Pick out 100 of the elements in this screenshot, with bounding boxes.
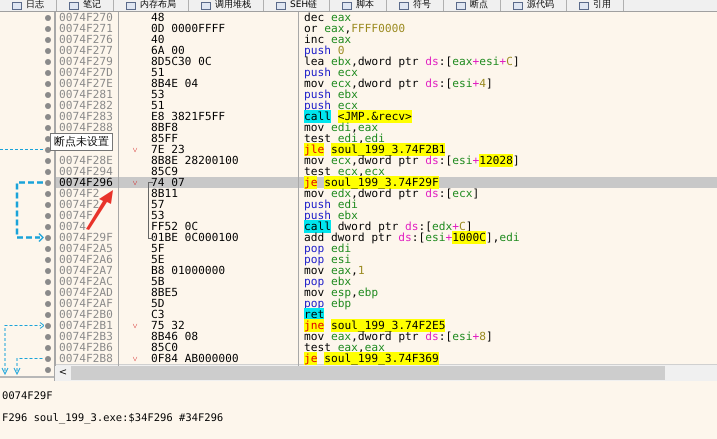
bytes-text: 51 [151,100,164,111]
tab-icon [579,2,590,10]
address-text: 0074F2 [59,198,100,211]
instruction-text: mov ecx,dword ptr ds:[esi+12028] [304,154,520,167]
breakpoint-dot[interactable] [45,168,51,174]
instruction-text: pop ebx [304,275,352,288]
breakpoint-dot[interactable] [45,322,51,328]
address-text: 0074F277 [59,44,113,57]
info-text: F296 soul_199_3.exe:$34F296 #34F296 [2,412,224,426]
address-text: 0074F2B8 [59,352,113,365]
instruction-text: call <JMP.&recv> [304,110,412,123]
breakpoint-dot[interactable] [45,278,51,284]
instruction-text: push edi [304,198,358,211]
instruction-text: je soul_199_3.74F369 [304,352,439,365]
breakpoint-dot[interactable] [45,80,51,86]
bytes-text: C3 [151,309,164,320]
breakpoint-dot[interactable] [45,212,51,218]
tab-icon [513,2,524,10]
tab[interactable]: 源代码 [501,0,568,11]
instruction-text: mov edx,dword ptr ds:[ecx] [304,187,480,200]
breakpoint-dot[interactable] [45,234,51,240]
jump-marker: ˅ [132,322,138,332]
tab[interactable]: 笔记 [57,0,114,11]
breakpoint-dot[interactable] [45,58,51,64]
instruction-text: mov edi,eax [304,121,378,134]
address-text: 0074F281 [59,88,113,101]
breakpoint-dot[interactable] [45,246,51,252]
scrollbar-thumb[interactable] [71,366,665,380]
breakpoint-dot[interactable] [45,356,51,362]
tab-icon [12,2,22,10]
breakpoint-dot[interactable] [45,300,51,306]
address-text: 0074F2 [59,187,100,200]
bytes-text: 48 [151,12,164,23]
address-text: 0074F282 [59,99,113,112]
instruction-text: mov ecx,dword ptr ds:[esi+4] [304,77,493,90]
breakpoint-dot[interactable] [45,70,51,76]
horizontal-scrollbar[interactable]: < [55,364,717,381]
address-text: 0074F2AF [59,297,113,310]
breakpoint-dot[interactable] [45,256,51,262]
instruction-text: pop edi [304,242,352,255]
breakpoint-dot[interactable] [45,190,51,196]
tab-icon [276,2,286,10]
bytes-text: 6A 00 [151,45,185,56]
bytes-text: 85C0 [151,342,178,353]
breakpoint-dot[interactable] [45,26,51,32]
bytes-text: 8B46 08 [151,331,198,342]
bytes-text: 5D [151,298,164,309]
address-text: 0074F279 [59,55,113,68]
instruction-text: push ecx [304,66,358,79]
breakpoint-dot[interactable] [45,268,51,274]
breakpoint-dot[interactable] [45,224,51,230]
bytes-text: 7E 23 [151,144,185,156]
address-text: 0074F2A5 [59,242,113,255]
bytes-text: 51 [151,67,164,78]
tab-icon [399,2,410,10]
instruction-text: or eax,FFFF0000 [304,22,406,35]
jump-marker: ˅ [132,146,138,156]
breakpoint-dot[interactable] [45,114,51,120]
address-text: 0074F294 [59,165,113,178]
address-text: 0074F2AD [59,286,113,299]
tab[interactable]: SEH链 [264,0,330,11]
breakpoint-dot[interactable] [45,334,51,340]
address-text: 0074F2B1 [59,319,113,332]
address-text: 0074F2B6 [59,341,113,354]
address-text: 0074F2B3 [59,330,113,343]
breakpoint-dot[interactable] [45,290,51,296]
bytes-text: 85C9 [151,166,178,177]
info-text: 0074F29F [2,390,54,404]
breakpoint-dot[interactable] [45,344,51,350]
bytes-text: 8B11 [151,188,178,199]
breakpoint-dot[interactable] [45,202,51,208]
breakpoint-dot[interactable] [45,366,51,372]
breakpoint-dot[interactable] [45,48,51,54]
instruction-text: mov eax,dword ptr ds:[esi+8] [304,330,493,343]
branch-bracket [148,182,153,239]
bytes-text: 8B8E 28200100 [151,155,239,166]
breakpoint-dot[interactable] [45,14,51,20]
tab[interactable]: 引用 [567,0,624,11]
address-text: 0074F2A6 [59,253,113,266]
tab[interactable]: 符号 [387,0,444,11]
address-text: 0074F28E [59,154,113,167]
breakpoint-dot[interactable] [45,312,51,318]
breakpoint-dot[interactable] [45,124,51,130]
breakpoint-dot[interactable] [45,158,51,164]
bytes-text: 75 32 [151,320,185,332]
address-text: 0074F271 [59,22,113,35]
breakpoint-dot[interactable] [45,180,51,186]
breakpoint-dot[interactable] [45,102,51,108]
jump-line [0,149,44,150]
instruction-text: je soul_199_3.74F29F [304,176,439,189]
bytes-text: B8 01000000 [151,265,226,276]
breakpoint-dot[interactable] [45,92,51,98]
instruction-text: push ebx [304,88,358,101]
bytes-text: 8BF8 [151,122,178,133]
bytes-text: FF52 0C [151,221,198,232]
bytes-text: 5B [151,276,164,287]
breakpoint-dot[interactable] [45,36,51,42]
bytes-text: 53 [151,210,164,221]
bytes-text: 85FF [151,133,178,144]
instruction-text: inc eax [304,33,352,46]
